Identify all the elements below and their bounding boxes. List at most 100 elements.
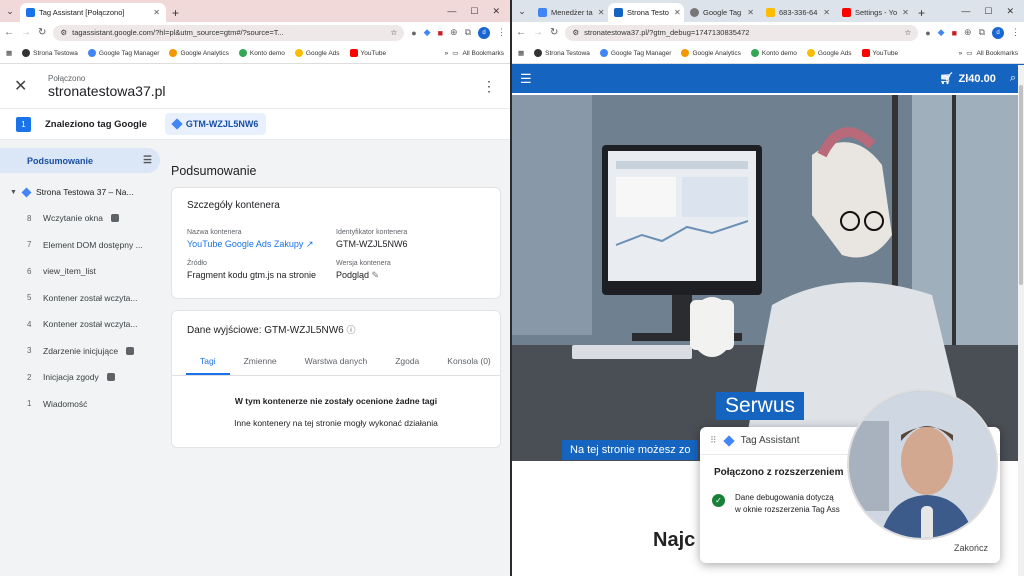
summary-panel: Podsumowanie Szczegóły kontenera Nazwa k… <box>171 140 501 448</box>
close-tab-icon[interactable]: ✕ <box>669 8 681 17</box>
all-bookmarks[interactable]: » ▭ All Bookmarks <box>959 49 1018 58</box>
bookmark-item[interactable]: Konto demo <box>238 49 285 57</box>
address-bar[interactable]: ⚙ stronatestowa37.pl/?gtm_debug=17471308… <box>565 24 919 41</box>
all-bookmarks[interactable]: » ▭ All Bookmarks <box>445 49 504 58</box>
sidebar-page-label: Strona Testowa 37 – Na... <box>35 187 134 197</box>
sidebar-event-item[interactable]: 5 Kontener został wczyta... <box>0 285 160 312</box>
bookmark-item[interactable]: Google Tag Manager <box>599 49 671 57</box>
hamburger-menu-icon[interactable]: ☰ <box>520 71 532 87</box>
sidebar-event-item[interactable]: 8 Wczytanie okna <box>0 205 160 232</box>
zoom-icon[interactable]: ⊕ <box>964 27 972 38</box>
address-bar[interactable]: ⚙ tagassistant.google.com/?hl=pl&utm_sou… <box>53 24 405 41</box>
minimize-icon[interactable]: — <box>961 6 970 16</box>
tab-gtm[interactable]: Menedżer ta ✕ <box>532 3 608 22</box>
page-scrollbar[interactable] <box>1018 65 1024 576</box>
search-icon[interactable]: ⌕ <box>1010 72 1016 85</box>
tab-google-tag[interactable]: Google Tag ✕ <box>684 3 760 22</box>
bookmarks-bar: ▦ Strona Testowa Google Tag Manager Goog… <box>0 43 510 64</box>
reload-icon[interactable]: ↻ <box>38 27 46 38</box>
bookmark-item[interactable]: Google Ads <box>294 49 340 57</box>
bookmark-item[interactable]: Google Tag Manager <box>87 49 159 57</box>
tab-strip: ⌄ Tag Assistant [Połączono] ✕ + — ☐ ✕ <box>0 0 510 22</box>
minimize-icon[interactable]: — <box>447 6 456 16</box>
sidebar-event-item[interactable]: 3 Zdarzenie inicjujące <box>0 338 160 365</box>
bookmark-item[interactable]: Google Ads <box>806 49 852 57</box>
sidebar-event-item[interactable]: 6 view_item_list <box>0 258 160 285</box>
bookmark-item[interactable]: Strona Testowa <box>22 49 78 57</box>
forward-icon[interactable]: → <box>21 27 31 38</box>
bookmark-item[interactable]: Google Analytics <box>681 49 741 57</box>
puzzle-icon[interactable]: ⧉ <box>979 27 985 38</box>
more-options-icon[interactable]: ⋮ <box>482 78 496 95</box>
close-icon[interactable]: ✕ <box>14 76 34 96</box>
profile-avatar[interactable]: d <box>992 26 1004 39</box>
close-tab-icon[interactable]: ✕ <box>742 8 754 17</box>
apps-grid-icon[interactable]: ▦ <box>518 49 524 57</box>
clear-list-icon[interactable]: ☰ <box>143 155 152 166</box>
site-info-icon[interactable]: ⚙ <box>60 28 67 37</box>
container-name-link[interactable]: YouTube Google Ads Zakupy ↗ <box>187 239 336 250</box>
forward-icon[interactable]: → <box>533 27 543 38</box>
tab-search-chevron-icon[interactable]: ⌄ <box>0 0 20 22</box>
close-window-icon[interactable]: ✕ <box>1006 6 1014 17</box>
extension-badge-icon[interactable]: ■ <box>438 28 443 38</box>
container-chip[interactable]: GTM-WZJL5NW6 <box>164 113 267 135</box>
tag-assistant-extension-icon[interactable]: ◆ <box>424 27 431 38</box>
close-window-icon[interactable]: ✕ <box>492 6 500 17</box>
bookmark-item[interactable]: Strona Testowa <box>534 49 590 57</box>
puzzle-icon[interactable]: ⧉ <box>465 27 471 38</box>
tab-tag-assistant[interactable]: Tag Assistant [Połączono] ✕ <box>20 3 166 22</box>
cart-button[interactable]: 🛒︎ Zł40.00 <box>940 72 996 86</box>
sidebar-event-item[interactable]: 1 Wiadomość <box>0 391 160 418</box>
back-icon[interactable]: ← <box>4 27 14 38</box>
tab-consent[interactable]: Zgoda <box>381 348 433 375</box>
zoom-icon[interactable]: ⊕ <box>450 27 458 38</box>
scrollbar-thumb[interactable] <box>1019 85 1023 285</box>
tab-search-chevron-icon[interactable]: ⌄ <box>512 0 532 22</box>
tab-variables[interactable]: Zmienne <box>230 348 291 375</box>
close-tab-icon[interactable]: ✕ <box>148 8 160 17</box>
drag-handle-icon[interactable]: ⠿ <box>710 435 717 446</box>
star-icon[interactable]: ☆ <box>904 28 911 37</box>
maximize-icon[interactable]: ☐ <box>470 6 478 17</box>
popup-message-line: Dane debugowania dotyczą <box>735 493 834 502</box>
close-tab-icon[interactable]: ✕ <box>593 8 605 17</box>
bookmark-item[interactable]: Google Analytics <box>169 49 229 57</box>
close-tab-icon[interactable]: ✕ <box>897 8 909 17</box>
bookmark-item[interactable]: Konto demo <box>750 49 797 57</box>
reload-icon[interactable]: ↻ <box>550 27 558 38</box>
new-tab-button[interactable]: + <box>166 3 185 22</box>
profile-avatar[interactable]: d <box>478 26 490 39</box>
tab-ads-account[interactable]: 683-336-64 ✕ <box>760 3 836 22</box>
expand-chevron-icon[interactable]: ▼ <box>10 189 17 196</box>
new-tab-button[interactable]: + <box>912 3 931 22</box>
finish-button[interactable]: Zakończ <box>954 543 988 553</box>
extension-icon[interactable]: ● <box>925 28 930 38</box>
extension-icon[interactable]: ● <box>411 28 416 38</box>
site-info-icon[interactable]: ⚙ <box>572 28 579 37</box>
help-icon[interactable]: ⓘ <box>346 325 355 335</box>
sidebar-event-item[interactable]: 4 Kontener został wczyta... <box>0 311 160 338</box>
menu-kebab-icon[interactable]: ⋮ <box>1011 27 1020 38</box>
sidebar-event-item[interactable]: 7 Element DOM dostępny ... <box>0 232 160 259</box>
tab-data-layer[interactable]: Warstwa danych <box>291 348 382 375</box>
edit-pencil-icon[interactable]: ✎ <box>372 270 380 280</box>
tab-strona-testowa[interactable]: Strona Testo ✕ <box>608 3 684 22</box>
tab-settings[interactable]: Settings - Yo ✕ <box>836 3 912 22</box>
bookmark-item[interactable]: YouTube <box>349 49 386 57</box>
star-icon[interactable]: ☆ <box>390 28 397 37</box>
apps-grid-icon[interactable]: ▦ <box>6 49 12 57</box>
sidebar-event-item[interactable]: 2 Inicjacja zgody <box>0 364 160 391</box>
tab-console[interactable]: Konsola (0) <box>433 348 504 375</box>
extension-badge-icon[interactable]: ■ <box>952 28 957 38</box>
menu-kebab-icon[interactable]: ⋮ <box>497 27 506 38</box>
tab-tags[interactable]: Tagi <box>186 348 230 375</box>
back-icon[interactable]: ← <box>516 27 526 38</box>
sidebar-page-entry[interactable]: ▼ Strona Testowa 37 – Na... <box>0 179 160 205</box>
tag-assistant-extension-icon[interactable]: ◆ <box>938 27 945 38</box>
close-tab-icon[interactable]: ✕ <box>818 8 830 17</box>
connection-status: Połączono <box>48 73 86 83</box>
maximize-icon[interactable]: ☐ <box>984 6 992 17</box>
sidebar-item-summary[interactable]: Podsumowanie ☰ <box>0 148 160 173</box>
bookmark-item[interactable]: YouTube <box>861 49 898 57</box>
